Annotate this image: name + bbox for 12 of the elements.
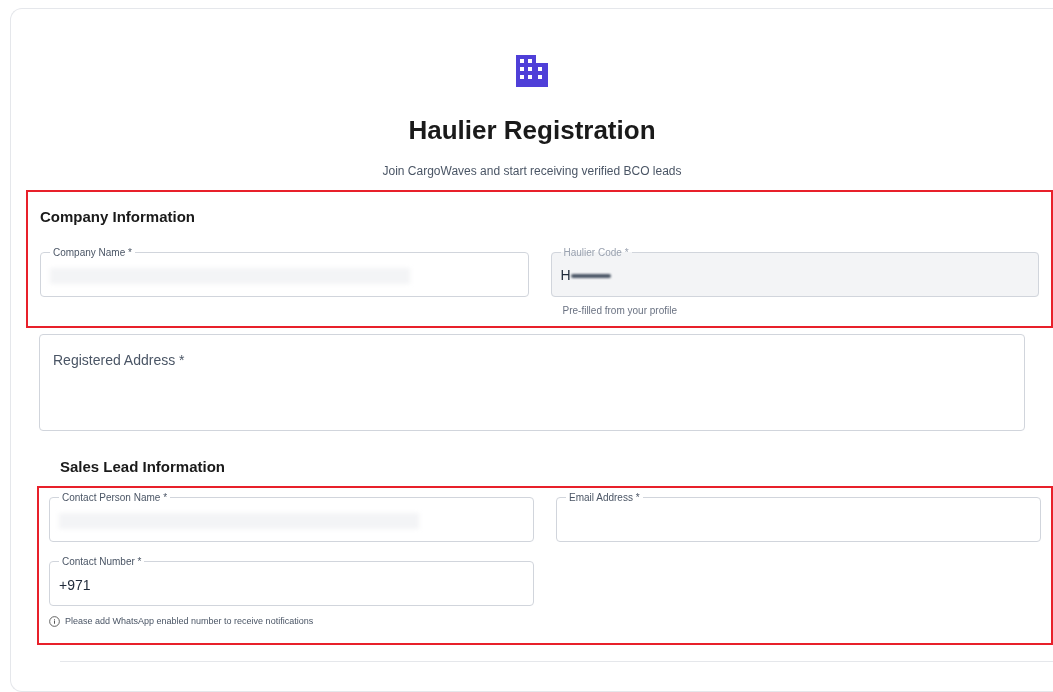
- info-icon: [49, 616, 60, 628]
- helper-text: Pre-filled from your profile: [562, 303, 678, 318]
- info-note: Please add WhatsApp enabled number to receive notifications: [65, 615, 314, 628]
- input-field[interactable]: Contact Person Name *: [49, 490, 534, 542]
- page-title: Haulier Registration: [408, 114, 656, 147]
- section-heading: Sales Lead Information: [60, 456, 227, 477]
- input-field[interactable]: Contact Number * +971: [49, 554, 534, 606]
- input-field[interactable]: Email Address *: [556, 490, 1041, 542]
- building-icon: [514, 53, 550, 89]
- address-field[interactable]: Registered Address *: [39, 333, 1025, 431]
- section-heading: Company Information: [40, 207, 196, 227]
- page-subtitle: Join CargoWaves and start receiving verified BCO leads: [382, 163, 682, 180]
